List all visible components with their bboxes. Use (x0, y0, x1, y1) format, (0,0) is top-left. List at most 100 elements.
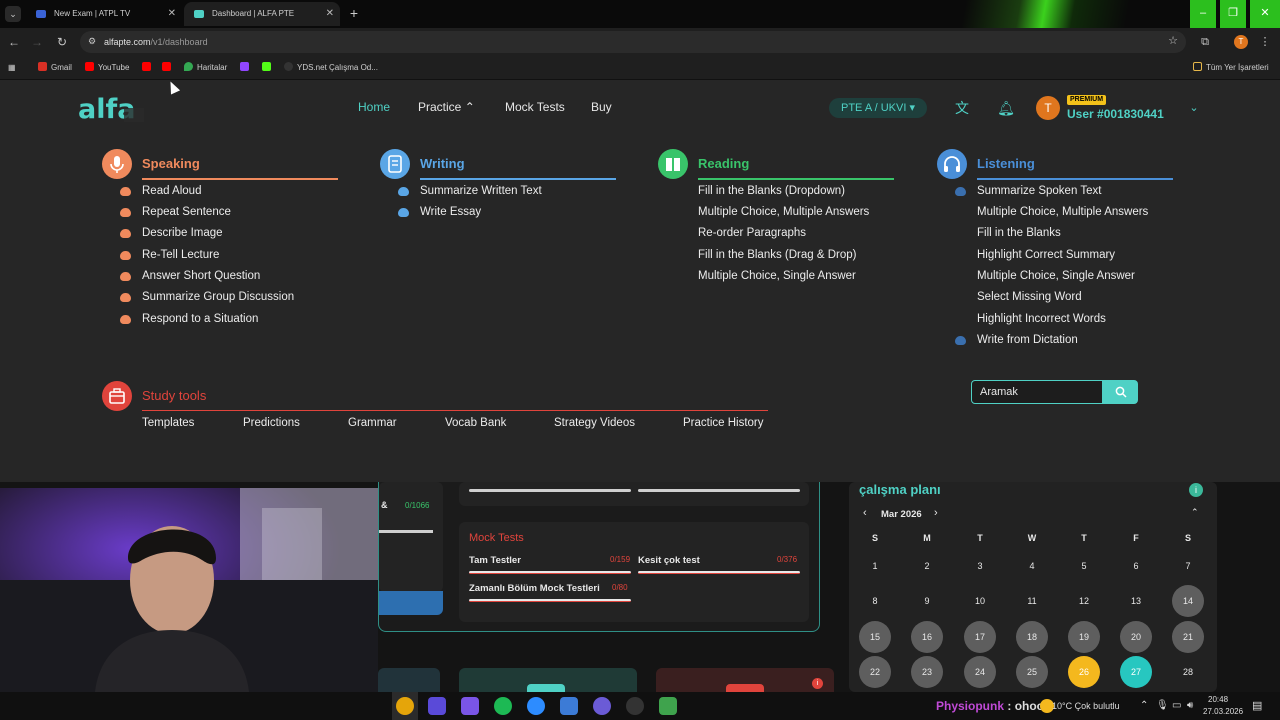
calendar-day[interactable]: 15 (859, 621, 891, 653)
translate-icon[interactable]: 文 (952, 98, 972, 118)
listening-item-write-from-dictation[interactable]: Write from Dictation (955, 334, 1078, 346)
calendar-day[interactable]: 13 (1120, 585, 1152, 617)
clock-date[interactable]: 27.03.2026 (1203, 706, 1243, 718)
calendar-day[interactable]: 7 (1172, 550, 1204, 582)
calendar-day[interactable]: 8 (859, 585, 891, 617)
speaking-item-respond-to-situation[interactable]: Respond to a Situation (120, 313, 258, 325)
prev-month-button[interactable]: ‹ (863, 507, 867, 519)
bottom-card-2[interactable] (459, 668, 637, 692)
bottom-card-1[interactable] (378, 668, 440, 692)
reading-item-reorder-paragraphs[interactable]: Re-order Paragraphs (698, 227, 806, 239)
search-button[interactable] (1103, 380, 1138, 404)
close-window-button[interactable]: ✕ (1250, 0, 1280, 28)
calendar-day[interactable]: 19 (1068, 621, 1100, 653)
address-bar[interactable]: ⚙ alfapte.com/v1/dashboard ☆ (80, 31, 1186, 53)
calendar-day[interactable]: 16 (911, 621, 943, 653)
writing-item-summarize-written-text[interactable]: Summarize Written Text (398, 185, 542, 197)
new-tab-button[interactable]: + (346, 6, 362, 22)
apps-grid-icon[interactable]: ▦ (8, 56, 16, 80)
study-tool-templates[interactable]: Templates (142, 417, 194, 429)
extensions-icon[interactable]: ⧉ (1197, 34, 1213, 50)
spotify-icon[interactable] (494, 697, 512, 715)
listening-item-highlight-correct-summary[interactable]: Highlight Correct Summary (977, 249, 1115, 261)
calendar-day[interactable]: 17 (964, 621, 996, 653)
study-tool-practice-history[interactable]: Practice History (683, 417, 764, 429)
app-icon-4[interactable] (659, 697, 677, 715)
user-avatar[interactable]: T (1036, 96, 1060, 120)
zoom-icon[interactable] (527, 697, 545, 715)
calendar-day[interactable]: 10 (964, 585, 996, 617)
study-tool-strategy-videos[interactable]: Strategy Videos (554, 417, 635, 429)
calendar-day[interactable]: 27 (1120, 656, 1152, 688)
bookmark-yds[interactable]: YDS.net Çalışma Od... (284, 56, 378, 80)
bookmark-kick[interactable] (262, 56, 275, 80)
listening-item-select-missing-word[interactable]: Select Missing Word (977, 291, 1082, 303)
speaking-header[interactable]: Speaking (102, 149, 338, 180)
calendar-day[interactable]: 28 (1172, 656, 1204, 688)
minimize-button[interactable]: – (1190, 0, 1216, 28)
chrome-menu-icon[interactable]: ⋮ (1257, 34, 1273, 50)
speaking-item-describe-image[interactable]: Describe Image (120, 227, 223, 239)
listening-item-mcma[interactable]: Multiple Choice, Multiple Answers (977, 206, 1148, 218)
notification-icon[interactable]: ▤ (1252, 692, 1262, 720)
calendar-day[interactable]: 5 (1068, 550, 1100, 582)
bookmark-youtube-2[interactable] (142, 56, 155, 80)
pte-type-select[interactable]: PTE A / UKVI ▾ (829, 98, 927, 118)
study-tools-header[interactable]: Study tools (102, 381, 768, 411)
weather-text[interactable]: 10°C Çok bulutlu (1052, 692, 1120, 720)
speaking-item-read-aloud[interactable]: Read Aloud (120, 185, 201, 197)
next-month-button[interactable]: › (934, 507, 938, 519)
forward-button[interactable]: → (29, 34, 45, 50)
study-tool-predictions[interactable]: Predictions (243, 417, 300, 429)
chevron-down-icon[interactable]: ⌄ (1184, 98, 1204, 118)
speaking-item-answer-short-question[interactable]: Answer Short Question (120, 270, 260, 282)
listening-item-summarize-spoken-text[interactable]: Summarize Spoken Text (955, 185, 1101, 197)
calendar-day[interactable]: 23 (911, 656, 943, 688)
bookmark-youtube[interactable]: YouTube (85, 56, 129, 80)
mock-item-full-tests[interactable]: Tam Testler (469, 555, 521, 566)
search-input[interactable]: Aramak (971, 380, 1103, 404)
discord-icon[interactable] (593, 697, 611, 715)
calendar-day[interactable]: 11 (1016, 585, 1048, 617)
calendar-day[interactable]: 9 (911, 585, 943, 617)
close-tab-icon[interactable]: ✕ (168, 2, 176, 26)
obs-icon[interactable] (626, 697, 644, 715)
calendar-day[interactable]: 21 (1172, 621, 1204, 653)
calendar-day[interactable]: 24 (964, 656, 996, 688)
close-tab-icon[interactable]: ✕ (326, 2, 334, 26)
maximize-button[interactable]: ❐ (1220, 0, 1246, 28)
calendar-day[interactable]: 3 (964, 550, 996, 582)
tray-chevron-up-icon[interactable]: ⌃ (1140, 692, 1148, 720)
mock-item-section-tests[interactable]: Kesit çok test (638, 555, 700, 566)
all-bookmarks[interactable]: Tüm Yer İşaretleri (1193, 56, 1269, 80)
mock-item-timed-section[interactable]: Zamanlı Bölüm Mock Testleri (469, 583, 600, 594)
bookmark-youtube-3[interactable] (162, 56, 175, 80)
bookmark-twitch[interactable] (240, 56, 253, 80)
calendar-day[interactable]: 2 (911, 550, 943, 582)
collapse-calendar-icon[interactable]: ⌃ (1191, 507, 1199, 518)
profile-avatar[interactable]: T (1234, 35, 1248, 49)
partial-blue-button[interactable] (379, 591, 443, 615)
calendar-day[interactable]: 18 (1016, 621, 1048, 653)
reading-item-fib-dropdown[interactable]: Fill in the Blanks (Dropdown) (698, 185, 845, 197)
reading-item-mcma[interactable]: Multiple Choice, Multiple Answers (698, 206, 869, 218)
back-button[interactable]: ← (6, 34, 22, 50)
calendar-day[interactable]: 26 (1068, 656, 1100, 688)
site-info-icon[interactable]: ⚙ (88, 36, 98, 46)
bell-icon[interactable]: 🔔︎ (996, 98, 1016, 118)
info-icon[interactable]: i (1189, 483, 1203, 497)
writing-header[interactable]: Writing (380, 149, 616, 180)
chrome-icon[interactable] (396, 697, 414, 715)
alfa-logo[interactable]: alfa (78, 92, 148, 126)
speaking-item-retell-lecture[interactable]: Re-Tell Lecture (120, 249, 219, 261)
listening-item-mcsa[interactable]: Multiple Choice, Single Answer (977, 270, 1135, 282)
reload-button[interactable]: ↻ (54, 34, 70, 50)
bottom-card-3[interactable]: i (656, 668, 834, 692)
nav-buy[interactable]: Buy (591, 100, 612, 114)
reading-header[interactable]: Reading (658, 149, 894, 180)
reading-item-fib-drag-drop[interactable]: Fill in the Blanks (Drag & Drop) (698, 249, 857, 261)
volume-icon[interactable]: 🔊︎ (1187, 692, 1193, 720)
network-icon[interactable]: ▭ (1172, 692, 1181, 720)
calendar-day[interactable]: 6 (1120, 550, 1152, 582)
bookmark-star-icon[interactable]: ☆ (1168, 34, 1178, 47)
